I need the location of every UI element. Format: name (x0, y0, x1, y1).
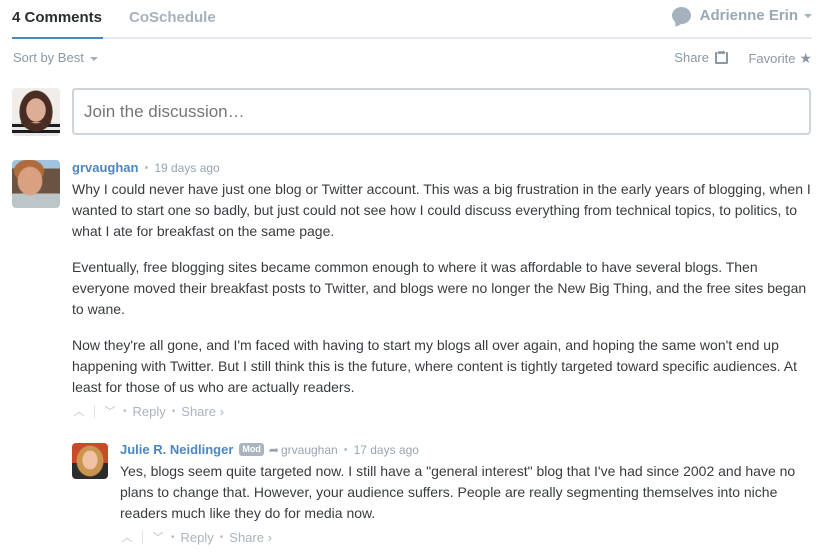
share-button[interactable]: Share (674, 47, 728, 65)
sort-dropdown[interactable]: Sort by Best (13, 50, 98, 65)
moderator-badge: Mod (239, 443, 264, 456)
comment: grvaughan • 19 days ago Why I could neve… (72, 159, 812, 420)
comment-reply: Julie R. Neidlinger Mod ➦ grvaughan • 17… (120, 441, 812, 546)
comment-body: Why I could never have just one blog or … (72, 179, 812, 398)
discussion-nav: 4 Comments CoSchedule Adrienne Erin (12, 0, 812, 39)
share-label: Share (674, 50, 709, 65)
tab-comments[interactable]: 4 Comments (12, 9, 104, 39)
separator-dot: • (123, 405, 127, 417)
reply-button[interactable]: Reply (133, 404, 166, 419)
avatar[interactable] (12, 160, 60, 208)
avatar[interactable] (72, 443, 108, 479)
share-comment-button[interactable]: Share › (181, 404, 224, 419)
share-icon (715, 47, 728, 64)
share-comment-button[interactable]: Share › (229, 530, 272, 545)
comment-paragraph: Yes, blogs seem quite targeted now. I st… (120, 463, 796, 521)
reply-arrow-icon: ➦ (268, 442, 279, 457)
favorite-label: Favorite (748, 51, 796, 66)
upvote-icon[interactable]: ︿ (120, 529, 134, 545)
separator-dot: • (171, 531, 175, 543)
vote-divider (142, 530, 143, 544)
separator-dot: • (343, 443, 348, 456)
separator-dot: • (219, 531, 224, 543)
comment-timestamp[interactable]: 19 days ago (154, 161, 219, 175)
upvote-icon[interactable]: ︿ (72, 403, 86, 419)
comment-author[interactable]: Julie R. Neidlinger (120, 442, 233, 457)
separator-dot: • (144, 161, 149, 174)
vote-divider (94, 404, 95, 418)
downvote-icon[interactable]: ﹀ (103, 403, 117, 419)
sort-label: Sort by Best (13, 50, 84, 65)
downvote-icon[interactable]: ﹀ (151, 529, 165, 545)
tab-community[interactable]: CoSchedule (129, 9, 216, 26)
comment-body: Yes, blogs seem quite targeted now. I st… (120, 461, 812, 524)
comment-input[interactable] (72, 88, 811, 135)
comment-meta: grvaughan • 19 days ago (72, 159, 812, 176)
comment-paragraph: Why I could never have just one blog or … (72, 181, 811, 239)
chevron-down-icon (804, 13, 812, 18)
comment-actions: ︿ ﹀ • Reply • Share › (120, 528, 812, 546)
toolbar: Sort by Best Share Favorite★ (12, 47, 812, 69)
comment-meta: Julie R. Neidlinger Mod ➦ grvaughan • 17… (120, 441, 812, 458)
comment-paragraph: Eventually, free blogging sites became c… (72, 259, 807, 317)
comment-actions: ︿ ﹀ • Reply • Share › (72, 402, 812, 420)
comment-author[interactable]: grvaughan (72, 160, 138, 175)
favorite-button[interactable]: Favorite ★ (748, 50, 812, 67)
reply-button[interactable]: Reply (181, 530, 214, 545)
chevron-down-icon (89, 56, 98, 61)
star-icon: ★ (799, 50, 812, 66)
comment-paragraph: Now they're all gone, and I'm faced with… (72, 337, 798, 395)
user-name: Adrienne Erin (699, 7, 798, 24)
separator-dot: • (171, 405, 176, 417)
notification-bubble-icon (671, 7, 691, 24)
in-reply-to-link[interactable]: grvaughan (281, 443, 338, 457)
comment-timestamp[interactable]: 17 days ago (354, 443, 419, 457)
current-user-avatar[interactable] (12, 88, 60, 136)
user-menu[interactable]: Adrienne Erin (671, 7, 812, 24)
